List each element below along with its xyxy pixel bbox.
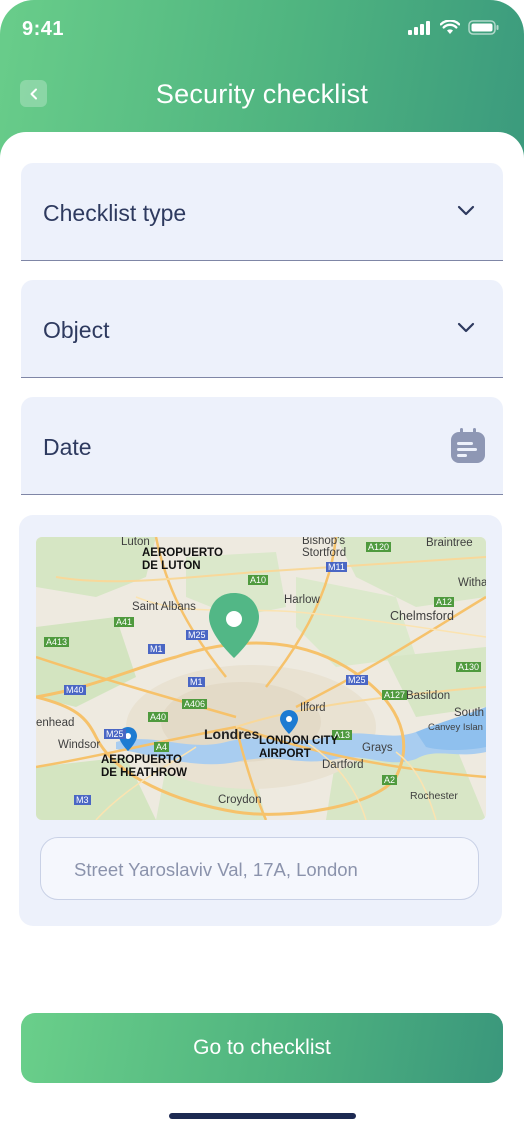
- map-label-croydon: Croydon: [218, 794, 262, 806]
- road-shield: A120: [366, 542, 392, 552]
- map-label-basildon: Basildon: [406, 690, 451, 702]
- map-label-witham: Witha: [458, 577, 486, 589]
- map-label-heathrow: AEROPUERTO DE HEATHROW: [101, 754, 188, 779]
- map-label-south: South: [454, 707, 485, 719]
- page-title: Security checklist: [155, 79, 369, 109]
- road-shield: M3: [74, 795, 91, 805]
- map-label-henhead: enhead: [36, 717, 75, 729]
- road-shield: A41: [114, 617, 135, 627]
- map-label-ilford: Ilford: [300, 702, 326, 714]
- map-label-braintree: Braintree: [426, 537, 473, 549]
- road-shield: M40: [64, 685, 86, 695]
- battery-icon: [468, 20, 499, 35]
- phone-screen: 9:41 Security checklist Checklist type O…: [0, 0, 524, 1131]
- road-shield: A12: [434, 597, 455, 607]
- road-shield: M25: [346, 675, 368, 685]
- road-shield: A2: [382, 775, 398, 785]
- map-view[interactable]: A120 M11 A10 A12 A41 A413 M1 M25 M1 A406…: [36, 537, 486, 820]
- road-shield: A130: [456, 662, 482, 672]
- road-shield: A413: [44, 637, 70, 647]
- road-shield: M25: [186, 630, 208, 640]
- address-field[interactable]: Street Yaroslaviv Val, 17A, London: [40, 837, 479, 900]
- nav-bar: Security checklist: [0, 70, 524, 118]
- road-shield: A406: [182, 699, 208, 709]
- status-time: 9:41: [22, 18, 65, 40]
- map-label-canvey: Canvey Islan: [428, 722, 483, 733]
- map-card: A120 M11 A10 A12 A41 A413 M1 M25 M1 A406…: [19, 515, 502, 926]
- map-label-luton-airport: AEROPUERTO DE LUTON: [142, 547, 223, 572]
- map-label-saint-albans: Saint Albans: [132, 601, 196, 613]
- calendar-icon[interactable]: [450, 428, 486, 464]
- checklist-type-select[interactable]: Checklist type: [21, 163, 503, 261]
- map-label-londres: Londres: [204, 726, 260, 742]
- road-shield: M1: [188, 677, 205, 687]
- road-shield: A4: [154, 742, 170, 752]
- road-shield: A10: [248, 575, 269, 585]
- map-label-harlow: Harlow: [284, 594, 320, 606]
- status-icons: [408, 20, 500, 35]
- map-label-grays: Grays: [362, 742, 393, 754]
- status-bar: 9:41: [0, 0, 524, 60]
- road-shield: A127: [382, 690, 408, 700]
- map-label-bishops-stortford: Bishop's Stortford: [302, 537, 347, 559]
- road-shield: M25: [104, 729, 126, 739]
- map-label-london-city-airport: LONDON CITY AIRPORT: [259, 735, 339, 760]
- object-label: Object: [43, 317, 110, 343]
- signal-icon: [408, 20, 430, 35]
- checklist-type-label: Checklist type: [43, 200, 187, 226]
- map-label-rochester: Rochester: [410, 790, 458, 802]
- map-label-chelmsford: Chelmsford: [390, 609, 454, 623]
- chevron-down-icon: [457, 205, 475, 216]
- address-value: Street Yaroslaviv Val, 17A, London: [74, 859, 358, 880]
- date-label: Date: [43, 434, 92, 460]
- wifi-icon: [440, 20, 460, 34]
- object-select[interactable]: Object: [21, 280, 503, 378]
- map-label-dartford: Dartford: [322, 759, 364, 771]
- road-shield: M1: [148, 644, 165, 654]
- road-shield: A40: [148, 712, 169, 722]
- date-field[interactable]: Date: [21, 397, 503, 495]
- home-indicator: [169, 1113, 356, 1119]
- go-to-checklist-button[interactable]: Go to checklist: [21, 1013, 503, 1083]
- road-shield: M11: [326, 562, 347, 572]
- go-to-checklist-label: Go to checklist: [193, 1036, 331, 1059]
- chevron-down-icon: [457, 322, 475, 333]
- map-label-windsor: Windsor: [58, 739, 101, 751]
